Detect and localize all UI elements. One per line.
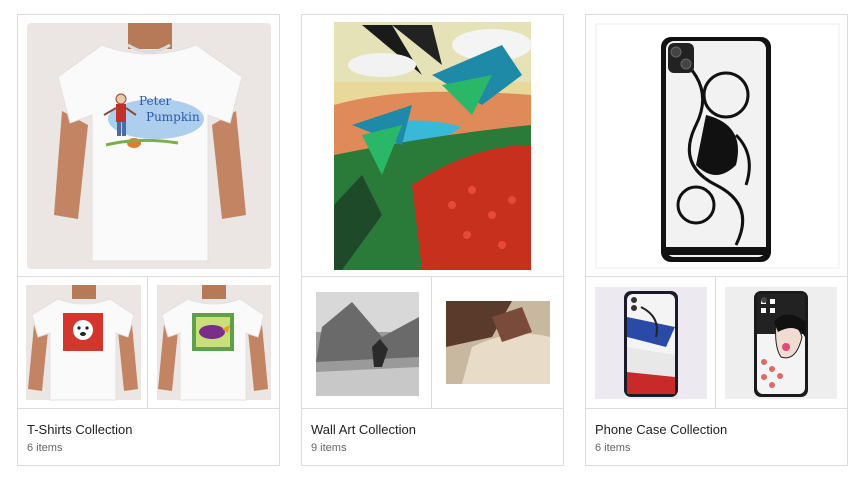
collection-title[interactable]: Wall Art Collection <box>311 422 416 437</box>
collection-card-phone-cases[interactable]: Phone Case Collection 6 items <box>585 14 848 466</box>
collection-item-count: 6 items <box>595 442 631 454</box>
collection-title[interactable]: Phone Case Collection <box>595 422 727 437</box>
collection-thumb-1[interactable] <box>586 277 716 408</box>
collection-thumb-2[interactable] <box>432 277 562 408</box>
collection-main-image[interactable] <box>302 15 563 277</box>
collection-thumb-2[interactable] <box>716 277 846 408</box>
collection-card-tshirts[interactable]: Peter Pumpkin T-Shirts Collection 6 item… <box>17 14 280 466</box>
tshirt-print-text-1: Peter <box>139 94 172 108</box>
collection-thumb-1[interactable] <box>302 277 432 408</box>
collection-item-count: 6 items <box>27 442 63 454</box>
collection-thumb-2[interactable] <box>148 277 278 408</box>
collection-item-count: 9 items <box>311 442 347 454</box>
collection-thumb-1[interactable] <box>18 277 148 408</box>
tshirt-print-text-2: Pumpkin <box>146 110 200 124</box>
collection-main-image[interactable]: Peter Pumpkin <box>18 15 279 277</box>
collection-card-wall-art[interactable]: Wall Art Collection 9 items <box>301 14 564 466</box>
collection-main-image[interactable] <box>586 15 847 277</box>
collection-title[interactable]: T-Shirts Collection <box>27 422 132 437</box>
